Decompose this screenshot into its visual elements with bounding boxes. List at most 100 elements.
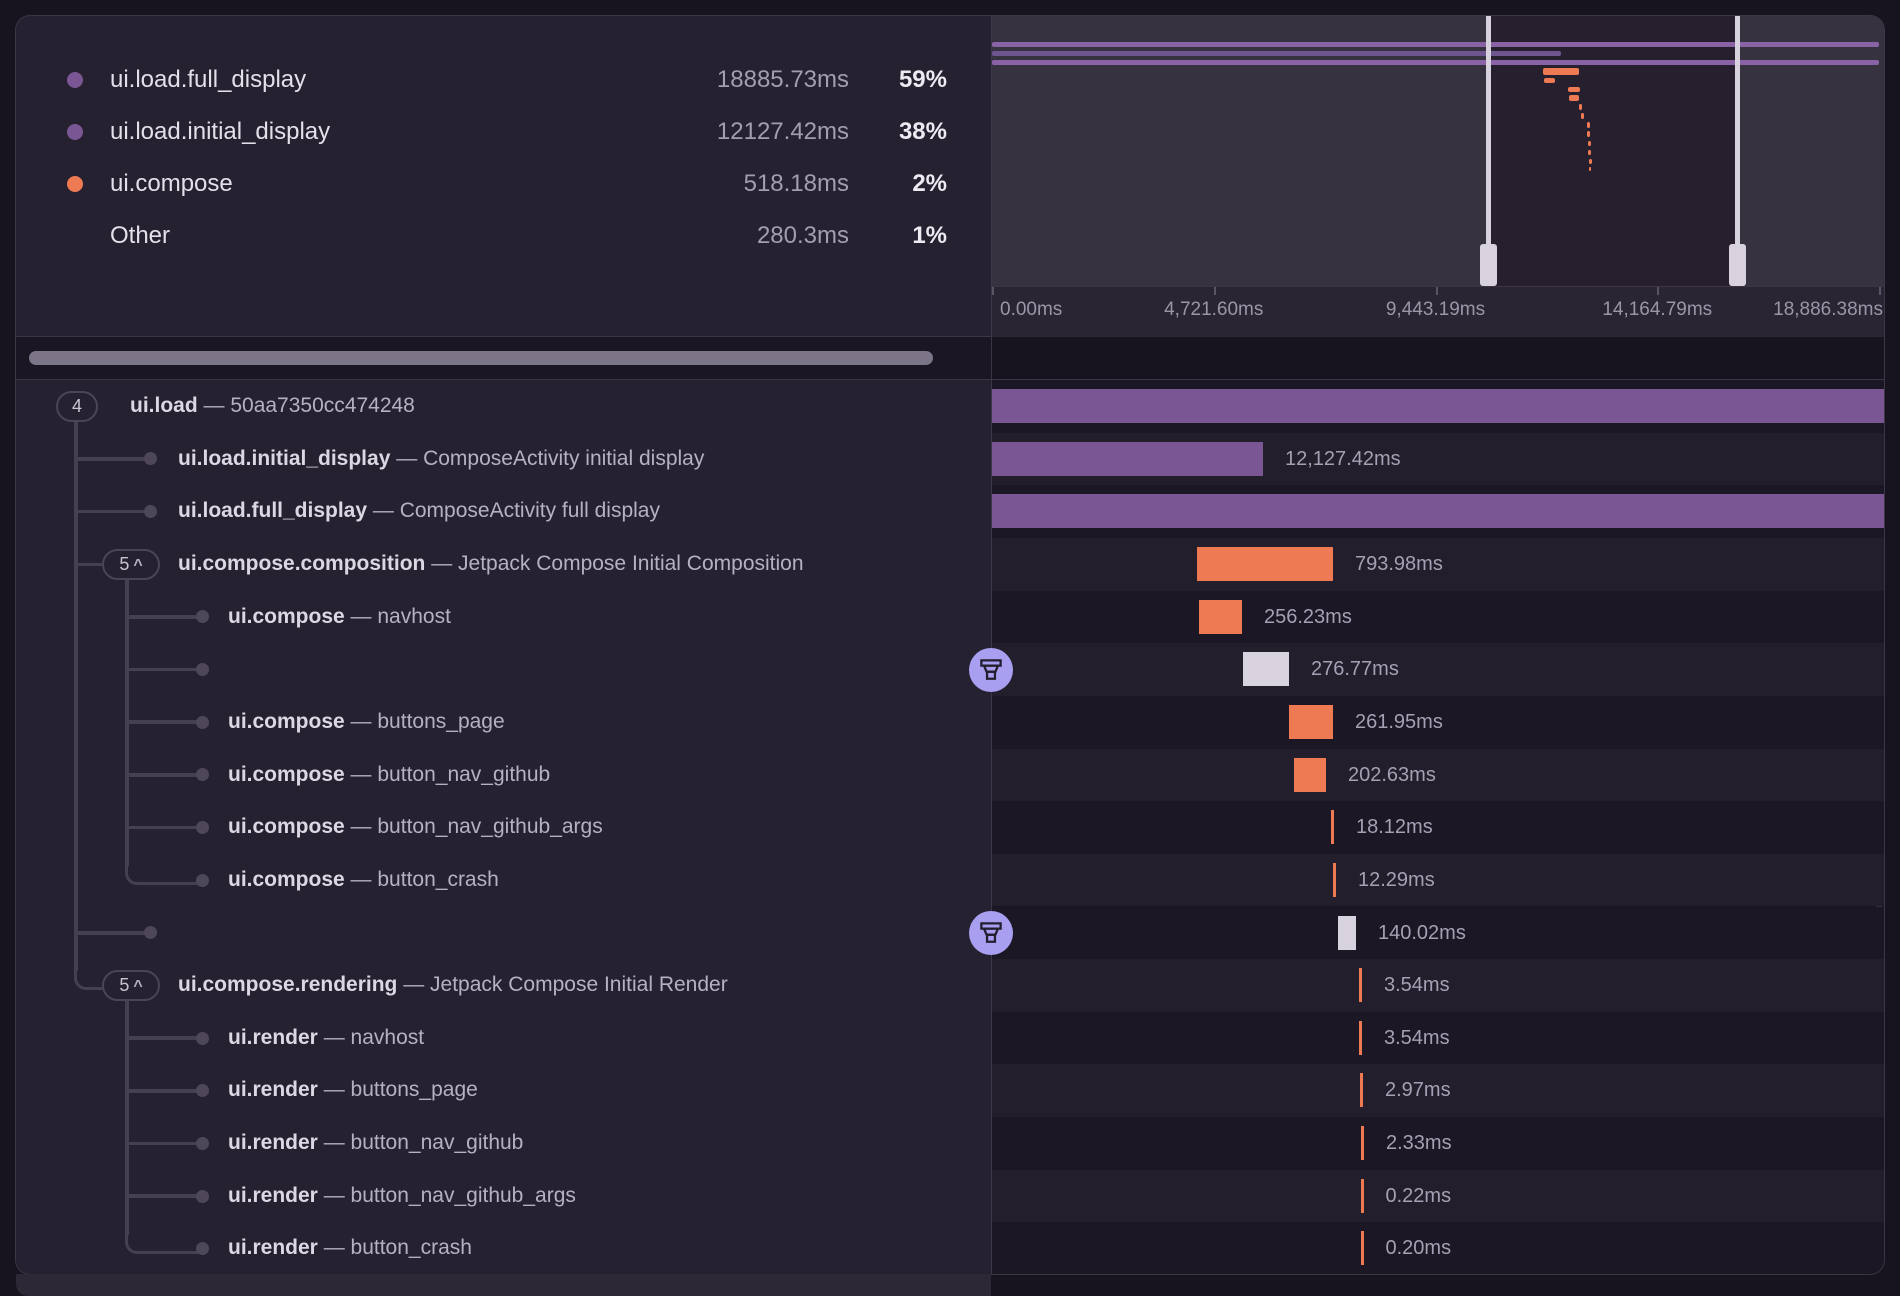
span-description: ui.compose — button_nav_github [228,749,550,802]
span-count-badge[interactable]: 5^ [102,549,160,580]
axis-tick-label: 9,443.19ms [1386,287,1485,333]
minimap-chart[interactable] [992,16,1884,286]
span-op: ui.render [228,1131,318,1154]
span-row[interactable]: 2.33ms [992,1117,1884,1170]
span-row[interactable]: 261.95ms [992,696,1884,749]
tree-row[interactable]: 4 ui.load — 50aa7350cc474248 [16,380,991,433]
legend-item[interactable]: ui.load.full_display18885.73ms59% [16,54,991,106]
span-op: ui.compose.rendering [178,973,397,996]
minimap-compose-span-bar [1588,150,1591,155]
tree-connector-branch [125,1036,202,1040]
span-description: ui.compose — button_nav_github_args [228,801,603,854]
trace-header-section: ui.load.full_display18885.73ms59%ui.load… [16,16,1884,337]
missing-instrumentation-filter-button[interactable] [969,648,1013,692]
span-count-badge[interactable]: 5^ [102,970,160,1001]
span-duration-label: 12.29ms [1358,854,1435,907]
minimap-compose-span-bar [1569,95,1579,101]
span-row[interactable] [992,380,1884,433]
separator: — [345,815,378,838]
tree-row[interactable]: ui.load.full_display — ComposeActivity f… [16,485,991,538]
span-detail: button_crash [377,868,498,891]
legend-item[interactable]: ui.load.initial_display12127.42ms38% [16,106,991,158]
tree-node-bullet [196,874,209,887]
tree-connector-branch [125,615,202,619]
tree-node-bullet [196,1084,209,1097]
span-detail: button_crash [351,1236,472,1259]
minimap-compose-span-bar [1589,167,1591,171]
span-row[interactable]: 276.77ms [992,643,1884,696]
minimap-compose-span-bar [1588,141,1591,146]
tree-connector-branch [74,510,150,514]
axis-tick [992,287,994,295]
span-duration-label: 2.97ms [1385,1064,1451,1117]
span-row[interactable]: 0.22ms [992,1170,1884,1223]
minimap-handle-grip-right[interactable] [1729,244,1746,286]
span-count-badge[interactable]: 4 [56,391,98,422]
span-duration-bar [992,494,1884,528]
span-duration-label: 202.63ms [1348,749,1436,802]
trace-viewer-panel: ui.load.full_display18885.73ms59%ui.load… [16,16,1884,1274]
span-duration-label: 12,127.42ms [1285,433,1401,486]
tree-row[interactable] [16,907,991,960]
separator: — [367,499,400,522]
span-detail: buttons_page [351,1078,478,1101]
horizontal-scrollbar-thumb[interactable] [29,351,933,365]
tree-row[interactable]: ui.load.initial_display — ComposeActivit… [16,433,991,486]
span-row[interactable]: 256.23ms [992,591,1884,644]
span-tree-column: 4 ui.load — 50aa7350cc474248ui.load.initi… [16,380,991,1274]
span-duration-bar [1294,758,1326,792]
minimap-compose-span-bar [1589,159,1592,164]
tree-connector-elbow [125,1235,205,1254]
minimap-compose-span-bar [1587,131,1590,137]
minimap-compose-span-bar [1579,104,1582,110]
span-row[interactable] [992,485,1884,538]
span-description: ui.compose — button_crash [228,854,499,907]
span-description: ui.render — button_nav_github_args [228,1170,576,1223]
span-duration-bar [1333,863,1336,897]
legend-item[interactable]: ui.compose518.18ms2% [16,158,991,210]
span-description: ui.load.initial_display — ComposeActivit… [178,433,704,486]
span-row[interactable]: 140.02ms [992,907,1884,960]
span-row[interactable]: 2.97ms [992,1064,1884,1117]
span-row[interactable]: 12,127.42ms [992,433,1884,486]
span-op: ui.render [228,1078,318,1101]
span-row[interactable]: 202.63ms [992,749,1884,802]
missing-instrumentation-filter-button[interactable] [969,911,1013,955]
span-duration-bar [1360,1073,1363,1107]
span-op: ui.compose [228,605,345,628]
tree-node-bullet [144,505,157,518]
span-row[interactable]: 18.12ms [992,801,1884,854]
legend-op-duration: 518.18ms [744,158,849,210]
span-row[interactable]: 3.54ms [992,1012,1884,1065]
tree-row[interactable]: 5^ui.compose.composition — Jetpack Compo… [16,538,991,591]
span-description: ui.load — 50aa7350cc474248 [130,380,415,433]
tree-row[interactable]: 5^ui.compose.rendering — Jetpack Compose… [16,959,991,1012]
separator: — [425,552,458,575]
span-op: ui.compose [228,763,345,786]
horizontal-scrollbar-track[interactable] [16,337,991,380]
span-op: ui.compose [228,710,345,733]
minimap-handle-grip-left[interactable] [1480,244,1497,286]
tree-node-bullet [144,926,157,939]
span-row[interactable]: 0.20ms [992,1222,1884,1274]
span-row[interactable]: 12.29ms [992,854,1884,907]
legend-op-name: Other [110,210,170,262]
span-duration-bar [992,442,1263,476]
span-row[interactable]: 3.54ms [992,959,1884,1012]
span-duration-label: 3.54ms [1384,1012,1450,1065]
span-duration-bar [1199,600,1242,634]
span-row[interactable]: 793.98ms [992,538,1884,591]
minimap-load-span-bar [992,60,1879,65]
separator: — [390,447,423,470]
span-detail: ComposeActivity initial display [423,447,704,470]
minimap-compose-span-bar [1581,113,1584,119]
legend-op-name: ui.compose [110,158,233,210]
span-op: ui.render [228,1236,318,1259]
span-duration-label: 18.12ms [1356,801,1433,854]
legend-item[interactable]: Other280.3ms1% [16,210,991,262]
minimap-selection-window[interactable] [1488,16,1737,286]
legend-color-dot [67,124,83,140]
trace-minimap[interactable]: 0.00ms4,721.60ms9,443.19ms14,164.79ms18,… [991,16,1884,336]
span-detail: Jetpack Compose Initial Render [430,973,728,996]
span-description: ui.render — navhost [228,1012,424,1065]
